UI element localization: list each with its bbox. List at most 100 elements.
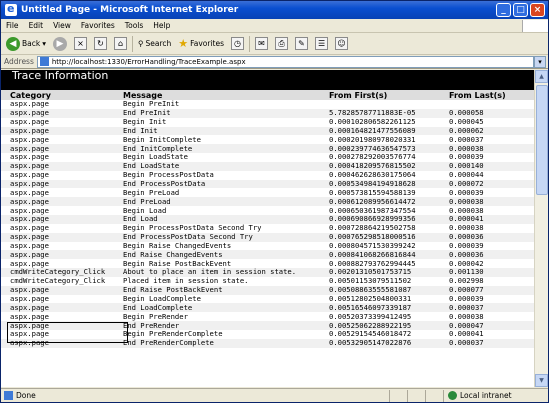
forward-button[interactable]: ▶ bbox=[51, 35, 69, 53]
trace-table: Category Message From First(s) From Last… bbox=[1, 90, 534, 348]
print-icon: ⎙ bbox=[275, 37, 289, 50]
standard-toolbar: ◀ Back ▾ ▶ × ↻ ⌂ ⚲ Search ★ Favorites ◷ … bbox=[1, 33, 548, 55]
col-from-last: From Last(s) bbox=[449, 90, 534, 100]
window-title: Untitled Page - Microsoft Internet Explo… bbox=[21, 5, 239, 15]
cell-message: End LoadComplete bbox=[123, 303, 329, 313]
mail-button[interactable]: ✉ bbox=[253, 35, 270, 53]
stop-icon: × bbox=[73, 37, 87, 50]
close-button[interactable]: × bbox=[530, 3, 545, 17]
address-dropdown-icon[interactable]: ▾ bbox=[534, 55, 546, 68]
menu-help[interactable]: Help bbox=[148, 21, 175, 30]
windows-logo-icon bbox=[522, 19, 548, 32]
highlight-box bbox=[7, 322, 128, 343]
trace-rows: aspx.page Begin PreInit aspx.page End PreIn… bbox=[1, 100, 534, 348]
cell-from-last: 0.000037 bbox=[449, 134, 484, 144]
vertical-scrollbar[interactable]: ▲ ▼ bbox=[534, 70, 548, 387]
back-label: Back bbox=[22, 39, 41, 48]
zone-label: Local intranet bbox=[460, 391, 512, 400]
cell-from-last: 0.000039 bbox=[449, 187, 484, 197]
ie-icon bbox=[5, 2, 17, 16]
cell-category: aspx.page bbox=[1, 303, 123, 313]
discuss-button[interactable]: ☰ bbox=[313, 35, 330, 53]
table-row: aspx.page Begin PreLoad 0.0005738155945881… bbox=[1, 188, 534, 197]
status-cell bbox=[425, 389, 443, 402]
cell-from-first: 0.00516546097339187 bbox=[329, 303, 449, 313]
table-row: aspx.page End Raise ChangedEvents 0.000841… bbox=[1, 250, 534, 260]
cell-from-first: 0.000573815594588139 bbox=[329, 187, 416, 197]
cell-message: Begin PreLoad bbox=[123, 187, 180, 197]
page-icon bbox=[4, 391, 13, 400]
menu-favorites[interactable]: Favorites bbox=[76, 21, 120, 30]
search-icon: ⚲ bbox=[137, 39, 144, 48]
search-label: Search bbox=[145, 39, 172, 48]
address-url: http://localhost:1330/ErrorHandling/Trac… bbox=[51, 57, 246, 66]
table-row: aspx.page Begin InitComplete 0.00020198097… bbox=[1, 135, 534, 144]
cell-category: aspx.page bbox=[10, 187, 49, 197]
cell-from-last: 0.000038 bbox=[449, 311, 484, 321]
scroll-down-icon[interactable]: ▼ bbox=[535, 374, 548, 387]
status-cell bbox=[389, 389, 407, 402]
cell-category: aspx.page bbox=[1, 197, 123, 207]
star-icon: ★ bbox=[178, 37, 189, 50]
title-bar[interactable]: Untitled Page - Microsoft Internet Explo… bbox=[1, 1, 548, 19]
chevron-down-icon[interactable]: ▾ bbox=[42, 39, 46, 48]
cell-from-first: 0.000612089956614472 bbox=[329, 197, 449, 207]
table-row: aspx.page Begin PreRender 0.00520373399412… bbox=[1, 312, 534, 321]
favorites-button[interactable]: ★ Favorites bbox=[176, 35, 226, 53]
table-row: aspx.page End LoadComplete 0.0051654609733… bbox=[1, 303, 534, 313]
cell-category: aspx.page bbox=[10, 134, 49, 144]
maximize-button[interactable]: □ bbox=[513, 3, 528, 17]
messenger-button[interactable]: ☺ bbox=[333, 35, 350, 53]
messenger-icon: ☺ bbox=[335, 37, 349, 50]
cell-message: Begin InitComplete bbox=[123, 134, 201, 144]
address-label: Address bbox=[4, 57, 34, 66]
home-button[interactable]: ⌂ bbox=[112, 35, 129, 53]
toolbar-divider bbox=[131, 35, 133, 52]
cell-message: End PreRenderComplete bbox=[123, 339, 329, 348]
menu-file[interactable]: File bbox=[1, 21, 24, 30]
intranet-icon bbox=[448, 391, 457, 400]
cell-from-first: 0.00532905147022876 bbox=[329, 339, 449, 348]
address-bar: Address http://localhost:1330/ErrorHandl… bbox=[1, 55, 548, 69]
print-button[interactable]: ⎙ bbox=[273, 35, 290, 53]
cell-category: aspx.page bbox=[10, 311, 49, 321]
toolbar-divider bbox=[249, 35, 251, 52]
status-text: Done bbox=[16, 391, 36, 400]
table-row: aspx.page End PreLoad 0.000612089956614472… bbox=[1, 197, 534, 207]
favorites-label: Favorites bbox=[190, 39, 225, 48]
cell-from-last: 0.000038 bbox=[449, 197, 534, 207]
scroll-thumb[interactable] bbox=[536, 85, 548, 195]
browser-window: Untitled Page - Microsoft Internet Explo… bbox=[0, 0, 549, 403]
edit-icon: ✎ bbox=[295, 37, 309, 50]
discuss-icon: ☰ bbox=[315, 37, 329, 50]
cell-from-first: 0.000201980978020331 bbox=[329, 134, 416, 144]
menu-tools[interactable]: Tools bbox=[120, 21, 148, 30]
cell-message: End Raise ChangedEvents bbox=[123, 250, 329, 260]
page-icon bbox=[39, 57, 49, 66]
cell-from-first: 0.000841068266816844 bbox=[329, 250, 449, 260]
menu-view[interactable]: View bbox=[48, 21, 76, 30]
edit-button[interactable]: ✎ bbox=[293, 35, 310, 53]
cell-message: Begin PreRender bbox=[123, 311, 188, 321]
status-cell bbox=[407, 389, 425, 402]
back-button[interactable]: ◀ Back ▾ bbox=[4, 35, 48, 53]
address-field[interactable]: http://localhost:1330/ErrorHandling/Trac… bbox=[36, 55, 534, 68]
col-from-first: From First(s) bbox=[329, 90, 449, 100]
mail-icon: ✉ bbox=[255, 37, 269, 50]
menu-edit[interactable]: Edit bbox=[24, 21, 49, 30]
security-zone: Local intranet bbox=[443, 389, 548, 402]
page-content: Trace Information Category Message From … bbox=[1, 70, 534, 387]
cell-from-last: 0.000037 bbox=[449, 303, 534, 313]
refresh-button[interactable]: ↻ bbox=[92, 35, 109, 53]
trace-header-row: Category Message From First(s) From Last… bbox=[1, 90, 534, 100]
stop-button[interactable]: × bbox=[72, 35, 89, 53]
history-button[interactable]: ◷ bbox=[229, 35, 246, 53]
back-arrow-icon: ◀ bbox=[6, 36, 20, 51]
cell-category: aspx.page bbox=[1, 250, 123, 260]
home-icon: ⌂ bbox=[113, 37, 127, 50]
history-icon: ◷ bbox=[231, 37, 245, 50]
scroll-up-icon[interactable]: ▲ bbox=[535, 70, 548, 83]
minimize-button[interactable]: _ bbox=[496, 3, 511, 17]
search-button[interactable]: ⚲ Search bbox=[136, 35, 173, 53]
refresh-icon: ↻ bbox=[93, 37, 107, 50]
